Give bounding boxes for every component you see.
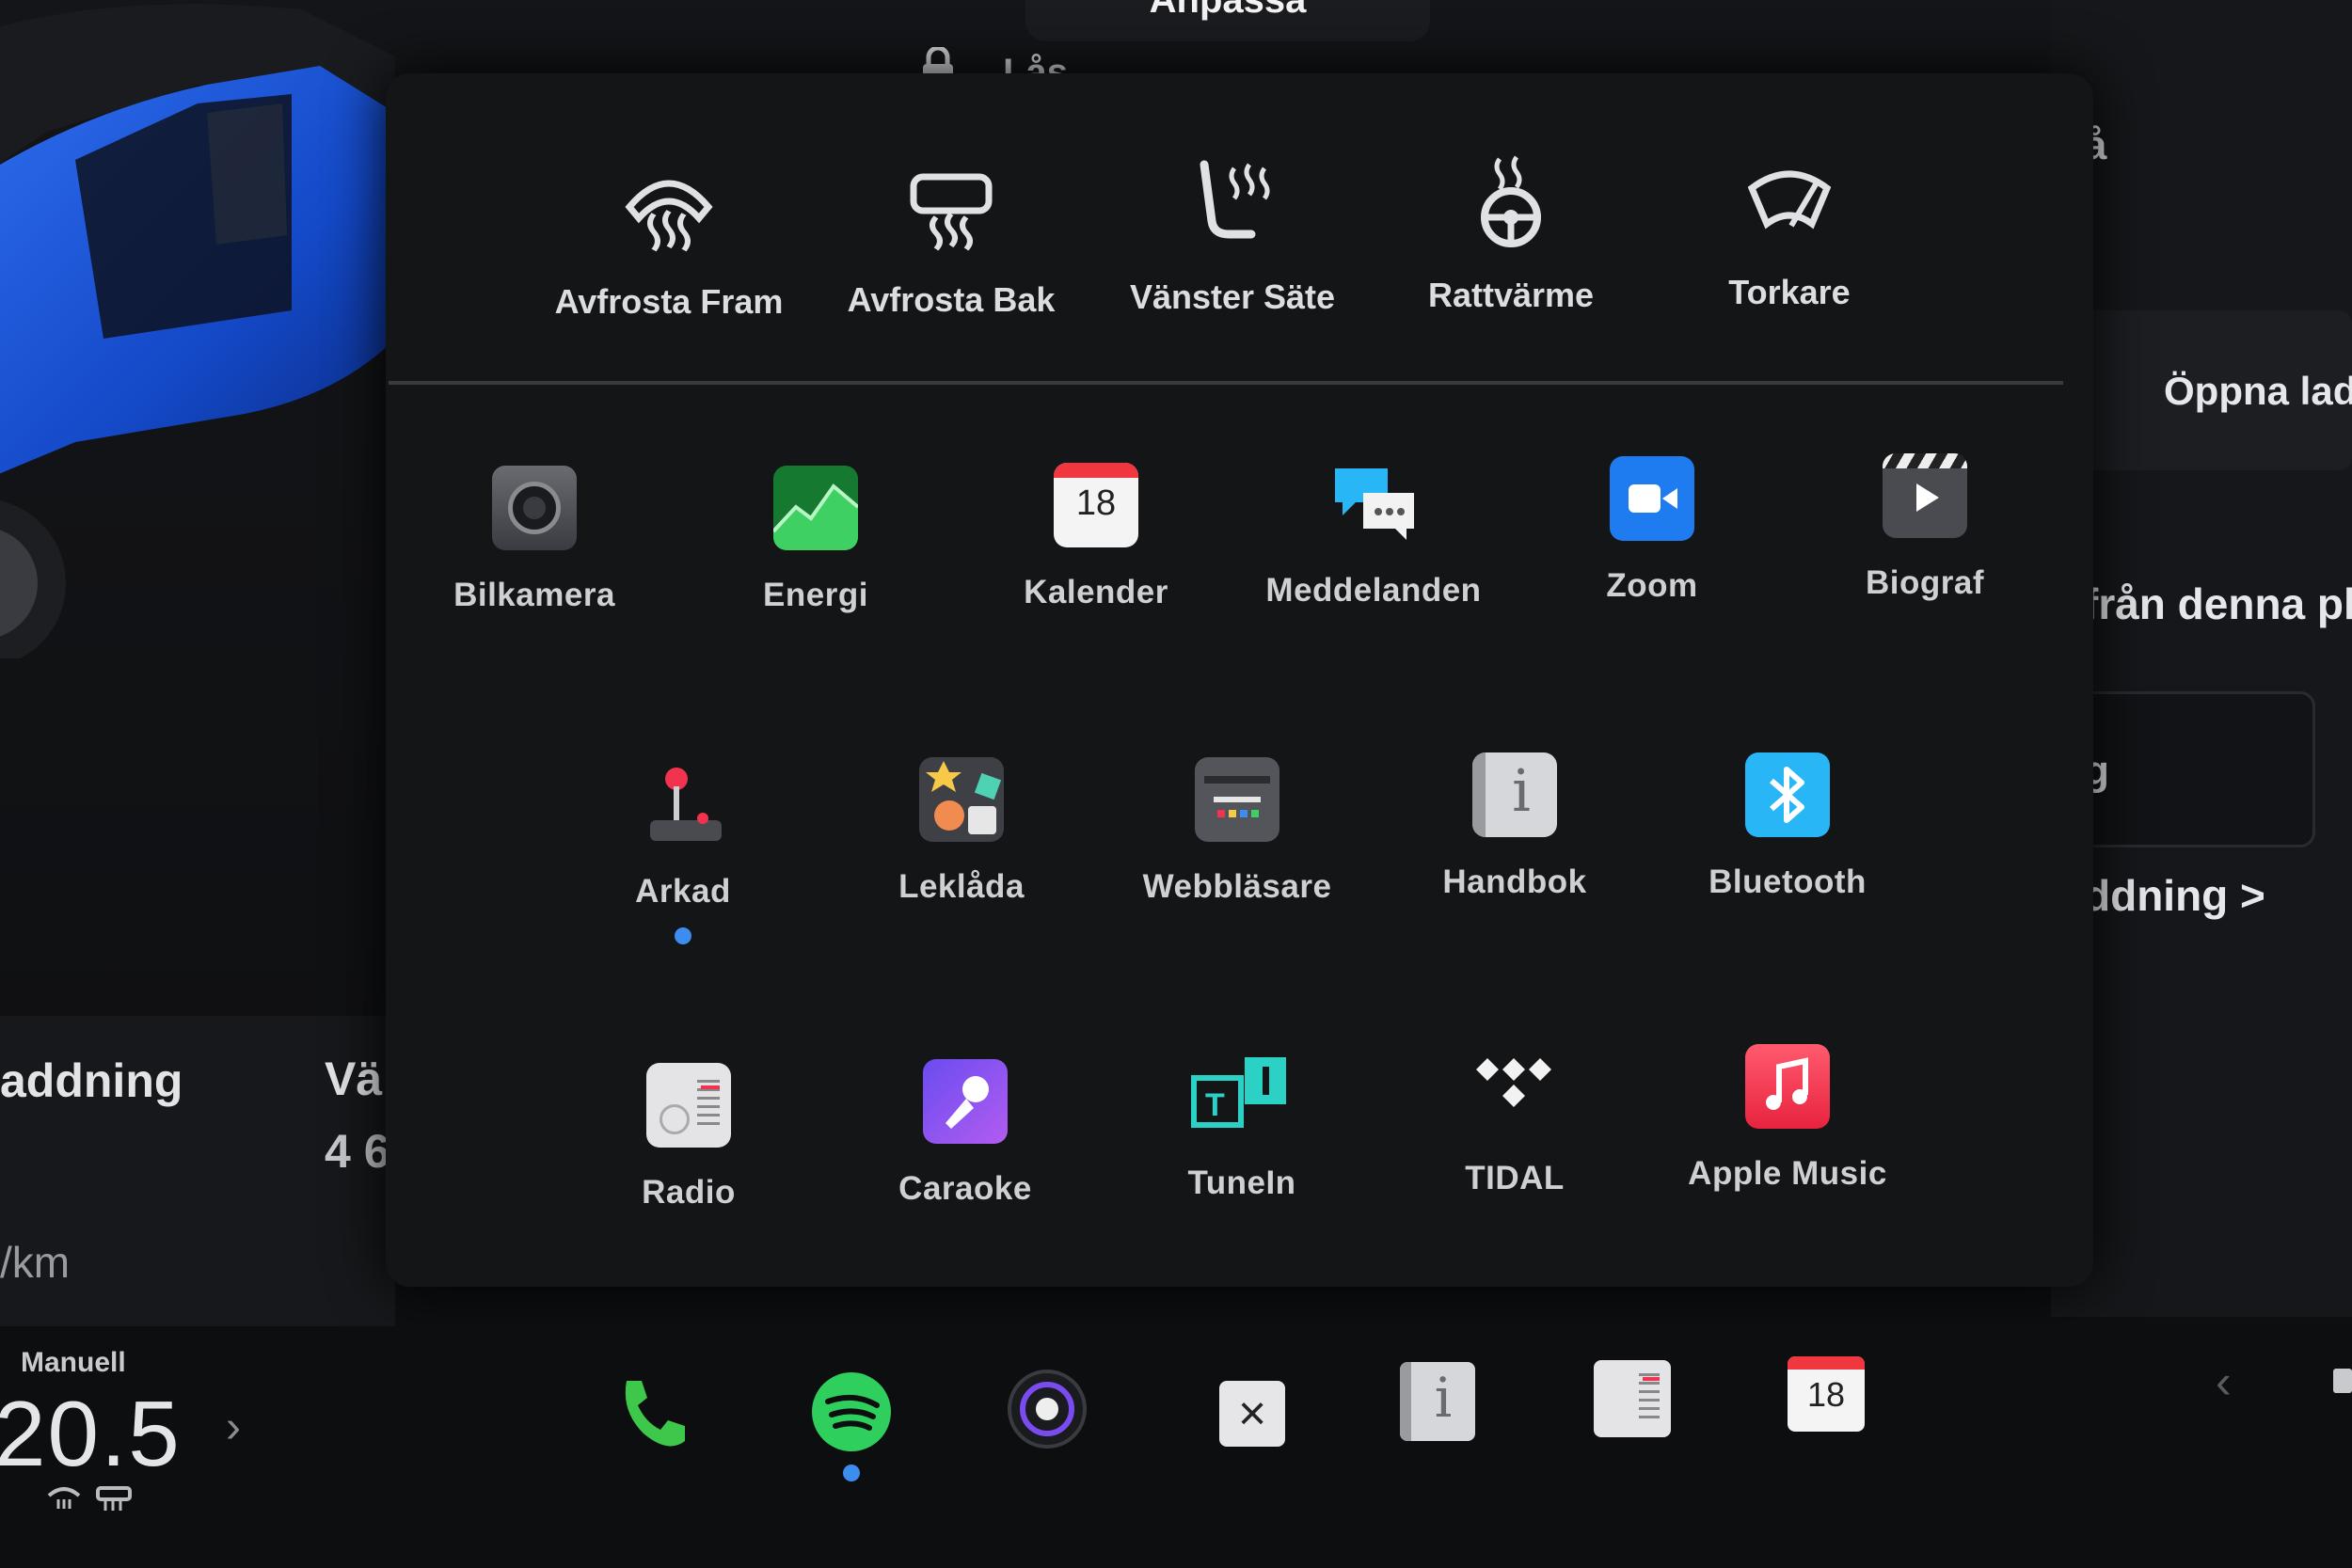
open-label[interactable]: Öppna lad bbox=[2164, 369, 2352, 414]
app-apple-music[interactable]: Apple Music bbox=[1637, 1044, 1938, 1193]
app-label: Radio bbox=[642, 1174, 736, 1211]
app-energi[interactable]: Energi bbox=[665, 466, 966, 614]
from-label: från denna pl bbox=[2084, 579, 2352, 628]
app-radio[interactable]: Radio bbox=[538, 1063, 839, 1212]
calendar-badge: 18 bbox=[1075, 483, 1117, 523]
radio-icon bbox=[646, 1063, 731, 1148]
app-label: TuneIn bbox=[1187, 1164, 1296, 1201]
app-label: Leklåda bbox=[898, 868, 1025, 905]
radio-icon[interactable] bbox=[1594, 1360, 1675, 1441]
quick-control-left-seat[interactable]: Vänster Säte bbox=[1091, 155, 1374, 317]
energy-icon bbox=[773, 466, 858, 550]
tidal-icon bbox=[1472, 1049, 1557, 1133]
value-fragment: 4 6 bbox=[325, 1125, 390, 1178]
app-handbok[interactable]: i Handbok bbox=[1364, 752, 1665, 901]
steering-wheel-heat-icon bbox=[1454, 153, 1567, 257]
app-webblasare[interactable]: Webbläsare bbox=[1087, 757, 1388, 906]
col-fragment: Vä bbox=[325, 1053, 383, 1105]
unit-fragment: /km bbox=[0, 1238, 71, 1287]
app-arkad[interactable]: Arkad bbox=[532, 762, 834, 944]
car-render[interactable] bbox=[0, 0, 395, 658]
app-label: Arkad bbox=[635, 873, 731, 910]
manual-icon[interactable]: i bbox=[1400, 1362, 1481, 1443]
section-divider bbox=[389, 381, 2063, 385]
defrost-mini-icons[interactable] bbox=[45, 1484, 139, 1517]
quick-control-label: Rattvärme bbox=[1427, 276, 1595, 314]
app-bilkamera[interactable]: Bilkamera bbox=[384, 466, 685, 614]
app-label: Meddelanden bbox=[1265, 572, 1482, 609]
toybox-icon bbox=[919, 757, 1004, 842]
theater-icon bbox=[1883, 453, 1967, 538]
front-defrost-icon bbox=[612, 160, 725, 263]
climate-mode: Manuell bbox=[21, 1347, 126, 1378]
manual-icon: i bbox=[1472, 752, 1557, 837]
temperature[interactable]: 20.5 bbox=[0, 1381, 182, 1487]
app-label: Kalender bbox=[1024, 574, 1168, 610]
active-indicator bbox=[843, 1465, 860, 1481]
caraoke-icon bbox=[923, 1059, 1008, 1144]
apple-music-icon bbox=[1745, 1044, 1830, 1129]
calendar-icon[interactable]: 18 bbox=[1788, 1356, 1868, 1437]
app-label: Energi bbox=[763, 577, 868, 613]
app-label: Bluetooth bbox=[1708, 863, 1867, 900]
seat-heater-icon bbox=[1176, 155, 1289, 259]
phone-icon[interactable] bbox=[612, 1373, 692, 1454]
rear-defrost-icon bbox=[895, 158, 1008, 261]
app-caraoke[interactable]: Caraoke bbox=[815, 1059, 1116, 1208]
app-leklada[interactable]: Leklåda bbox=[811, 757, 1112, 906]
calendar-badge: 18 bbox=[1806, 1375, 1846, 1414]
bottom-dock bbox=[0, 1326, 2352, 1568]
quick-control-label: Torkare bbox=[1728, 273, 1851, 311]
app-meddelanden[interactable]: Meddelanden bbox=[1223, 461, 1524, 610]
app-kalender[interactable]: 18 Kalender bbox=[946, 463, 1247, 611]
app-label: Bilkamera bbox=[453, 577, 615, 613]
app-label: Caraoke bbox=[898, 1170, 1032, 1207]
right-panel bbox=[2051, 0, 2352, 1317]
charging-link[interactable]: ddning > bbox=[2084, 870, 2265, 921]
app-biograf[interactable]: Biograf bbox=[1774, 453, 2075, 602]
camera-icon bbox=[492, 466, 577, 550]
messages-icon bbox=[1331, 461, 1416, 546]
page-title: Anpassa bbox=[1149, 0, 1307, 21]
dashcam-icon[interactable] bbox=[1007, 1369, 1088, 1449]
quick-control-label: Avfrosta Fram bbox=[554, 282, 784, 321]
quick-control-wiper[interactable]: Torkare bbox=[1648, 150, 1931, 312]
app-label: Biograf bbox=[1866, 564, 1984, 601]
app-label: TIDAL bbox=[1465, 1160, 1565, 1196]
chevron-right-icon[interactable]: › bbox=[226, 1402, 241, 1453]
tunein-icon: T bbox=[1191, 1053, 1286, 1138]
quick-control-steering-heat[interactable]: Rattvärme bbox=[1370, 153, 1652, 315]
quick-control-label: Vänster Säte bbox=[1129, 277, 1336, 316]
app-label: Webbläsare bbox=[1142, 868, 1332, 905]
app-label: Apple Music bbox=[1688, 1155, 1887, 1192]
quick-control-rear-defrost[interactable]: Avfrosta Bak bbox=[810, 158, 1092, 320]
app-tunein[interactable]: T TuneIn bbox=[1091, 1053, 1392, 1202]
app-tidal[interactable]: TIDAL bbox=[1364, 1049, 1665, 1197]
wiper-icon bbox=[1733, 150, 1846, 254]
volume-indicator[interactable] bbox=[2333, 1369, 2352, 1393]
app-zoom[interactable]: Zoom bbox=[1502, 456, 1803, 605]
chevron-left-icon[interactable]: ‹ bbox=[2216, 1354, 2232, 1409]
arcade-icon bbox=[641, 762, 725, 847]
name-input[interactable] bbox=[2079, 691, 2315, 847]
svg-text:T: T bbox=[1205, 1087, 1225, 1123]
close-icon[interactable]: × bbox=[1212, 1373, 1293, 1454]
quick-control-front-defrost[interactable]: Avfrosta Fram bbox=[528, 160, 810, 322]
calendar-icon: 18 bbox=[1054, 463, 1138, 547]
app-label: Zoom bbox=[1606, 567, 1698, 604]
active-indicator bbox=[675, 927, 691, 944]
zoom-icon bbox=[1610, 456, 1694, 541]
quick-control-label: Avfrosta Bak bbox=[847, 280, 1056, 319]
bluetooth-icon bbox=[1745, 752, 1830, 837]
charge-fragment: addning bbox=[0, 1054, 183, 1107]
browser-icon bbox=[1195, 757, 1279, 842]
spotify-icon[interactable] bbox=[811, 1371, 892, 1481]
app-bluetooth[interactable]: Bluetooth bbox=[1637, 752, 1938, 901]
app-label: Handbok bbox=[1442, 863, 1587, 900]
